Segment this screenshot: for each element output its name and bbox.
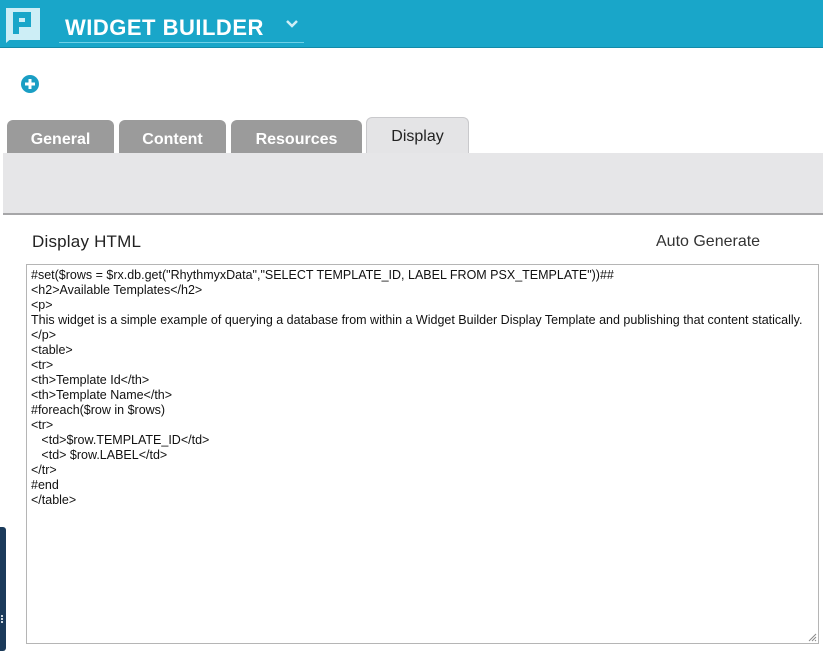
tab-panel-strip (3, 153, 823, 215)
tab-bar: General Content Resources Display (0, 117, 823, 154)
code-line: </tr> (31, 463, 57, 477)
tab-label: General (30, 131, 91, 148)
code-line: <table> (31, 343, 73, 357)
code-line: <th>Template Id</th> (31, 373, 150, 387)
tab-general[interactable]: General (7, 120, 114, 154)
tab-label: Content (142, 131, 203, 148)
code-line: <td>$row.TEMPLATE_ID</td> (31, 433, 210, 447)
plus-circle-icon (25, 79, 35, 89)
tab-resources[interactable]: Resources (231, 120, 362, 154)
code-line: <td> $row.LABEL</td> (31, 448, 168, 462)
tab-display[interactable]: Display (366, 117, 469, 154)
code-line: This widget is a simple example of query… (31, 313, 803, 327)
app-title-dropdown[interactable]: WIDGET BUILDER (59, 8, 304, 43)
code-line: <tr> (31, 418, 54, 432)
chevron-down-icon (286, 20, 298, 28)
display-html-editor[interactable]: #set($rows = $rx.db.get("RhythmyxData","… (26, 264, 819, 644)
app-header: WIDGET BUILDER (0, 0, 823, 48)
code-line: </p> (31, 328, 57, 342)
resize-handle-icon[interactable] (808, 633, 817, 642)
code-line: #end (31, 478, 59, 492)
auto-generate-link[interactable]: Auto Generate (656, 233, 760, 251)
tab-label: Display (391, 128, 444, 145)
code-line: <p> (31, 298, 53, 312)
grip-dots-icon (1, 615, 6, 623)
code-line: <tr> (31, 358, 54, 372)
percussion-logo-icon[interactable] (5, 7, 42, 43)
tab-content[interactable]: Content (119, 120, 226, 154)
code-line: #set($rows = $rx.db.get("RhythmyxData","… (31, 268, 614, 282)
code-line: <h2>Available Templates</h2> (31, 283, 203, 297)
tab-label: Resources (255, 131, 338, 148)
add-button[interactable] (21, 75, 39, 93)
side-panel-handle[interactable] (0, 527, 6, 651)
app-title: WIDGET BUILDER (65, 15, 264, 40)
code-line: #foreach($row in $rows) (31, 403, 166, 417)
display-html-label: Display HTML (32, 232, 142, 251)
code-line: </table> (31, 493, 77, 507)
code-line: <th>Template Name</th> (31, 388, 173, 402)
